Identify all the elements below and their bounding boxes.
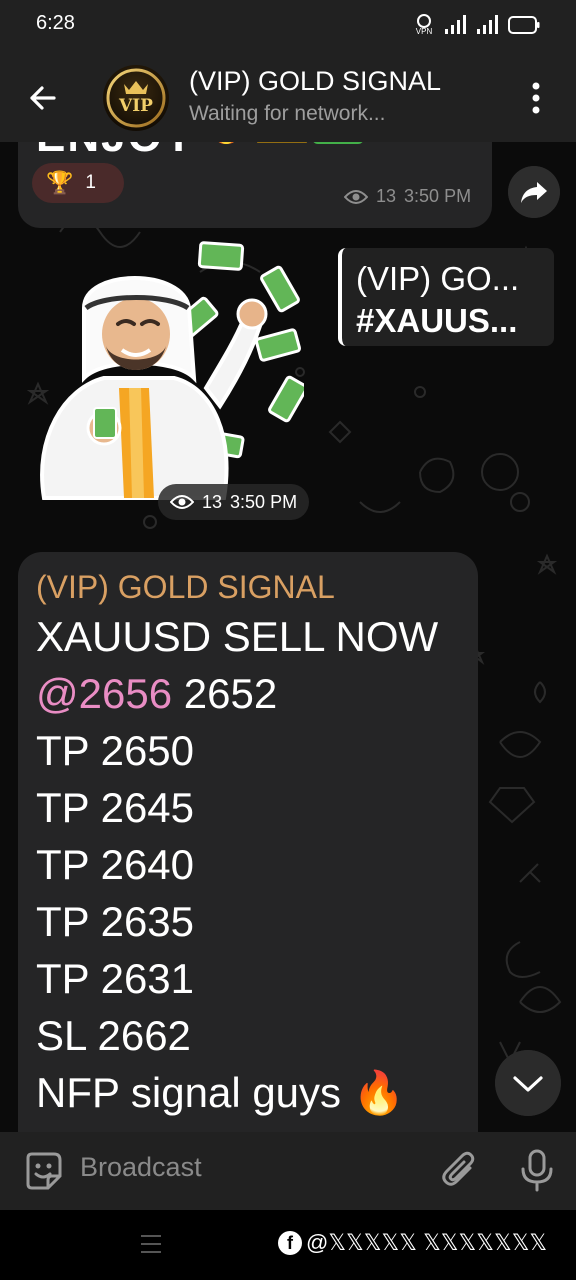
reply-author: (VIP) GO... — [356, 260, 520, 297]
previous-message-text: ENJOY — [36, 142, 195, 162]
share-forward-icon[interactable] — [508, 166, 560, 218]
previous-message-bubble[interactable]: ENJOY 🏆 1 13 3:50 PM — [18, 142, 492, 228]
microphone-icon[interactable] — [517, 1148, 557, 1194]
watermark-text: @𝕏𝕏𝕏𝕏𝕏 𝕏𝕏𝕏𝕏𝕏𝕏𝕏 — [306, 1230, 548, 1255]
status-bar: 6:28 VPN — [0, 0, 576, 52]
take-profit-1: TP 2650 — [36, 727, 195, 774]
reply-text: #XAUUS... — [356, 302, 518, 339]
chat-status: Waiting for network... — [189, 102, 386, 125]
reply-preview[interactable]: (VIP) GO... #XAUUS... — [338, 248, 554, 346]
message-time: 3:50 PM — [230, 491, 298, 512]
chat-header: VIP (VIP) GOLD SIGNAL Waiting for networ… — [0, 52, 576, 142]
check-emoji-icon — [313, 142, 363, 144]
scroll-down-button[interactable] — [495, 1050, 561, 1116]
paperclip-icon[interactable] — [440, 1150, 480, 1192]
mention-link[interactable]: @2656 — [36, 670, 172, 717]
message-input[interactable]: Broadcast — [80, 1152, 202, 1183]
message-time: 3:50 PM — [404, 186, 472, 206]
previous-message-meta: 13 3:50 PM — [344, 186, 471, 207]
channel-avatar[interactable]: VIP — [102, 64, 170, 132]
battery-icon — [508, 16, 540, 34]
status-time: 6:28 — [36, 12, 75, 34]
fire-emoji-icon: 🔥 — [352, 1068, 406, 1117]
more-vertical-icon[interactable] — [518, 78, 554, 118]
view-count: 13 — [376, 186, 397, 206]
sticker-meta: 13 3:50 PM — [158, 484, 310, 520]
chat-area[interactable]: ENJOY 🏆 1 13 3:50 PM — [0, 142, 576, 1132]
vpn-label: VPN — [416, 27, 433, 36]
emoji-sticker-icon[interactable] — [22, 1150, 64, 1192]
trophy-emoji-icon: 🏆 — [46, 170, 74, 196]
stop-loss: SL 2662 — [36, 1012, 191, 1059]
crown-emoji-icon — [257, 142, 307, 143]
vpn-icon: VPN — [416, 14, 433, 36]
footer-text: NFP signal guys — [36, 1069, 342, 1116]
signal-line-2: @2656 2652 — [36, 665, 478, 722]
watermark: f @𝕏𝕏𝕏𝕏𝕏 𝕏𝕏𝕏𝕏𝕏𝕏𝕏 — [278, 1230, 547, 1256]
facebook-icon: f — [278, 1231, 302, 1255]
chat-title[interactable]: (VIP) GOLD SIGNAL — [189, 66, 441, 97]
views-eye-icon — [344, 189, 368, 204]
signal-icon-2 — [477, 15, 498, 34]
signal-message-bubble[interactable]: (VIP) GOLD SIGNAL XAUUSD SELL NOW @2656 … — [18, 552, 478, 1132]
take-profit-3: TP 2640 — [36, 841, 195, 888]
take-profit-5: TP 2631 — [36, 955, 195, 1002]
avatar-text: VIP — [118, 96, 153, 116]
back-arrow-icon[interactable] — [24, 78, 64, 118]
reaction-count: 1 — [85, 172, 96, 193]
status-icons: VPN — [412, 14, 540, 36]
reaction-chip[interactable]: 🏆 1 — [32, 163, 124, 203]
input-bar: Broadcast — [0, 1132, 576, 1210]
system-nav-bar: f @𝕏𝕏𝕏𝕏𝕏 𝕏𝕏𝕏𝕏𝕏𝕏𝕏 — [0, 1210, 576, 1280]
signal-icon-1 — [445, 15, 466, 34]
view-count: 13 — [202, 491, 223, 512]
views-eye-icon — [170, 495, 194, 509]
take-profit-4: TP 2635 — [36, 898, 195, 945]
fire-emoji-icon — [218, 142, 235, 144]
message-author[interactable]: (VIP) GOLD SIGNAL — [36, 566, 478, 608]
take-profit-2: TP 2645 — [36, 784, 195, 831]
signal-footer: NFP signal guys 🔥 — [36, 1064, 478, 1121]
signal-line-1: XAUUSD SELL NOW — [36, 613, 439, 660]
recent-apps-icon[interactable] — [140, 1232, 162, 1256]
entry-price: 2652 — [172, 670, 278, 717]
